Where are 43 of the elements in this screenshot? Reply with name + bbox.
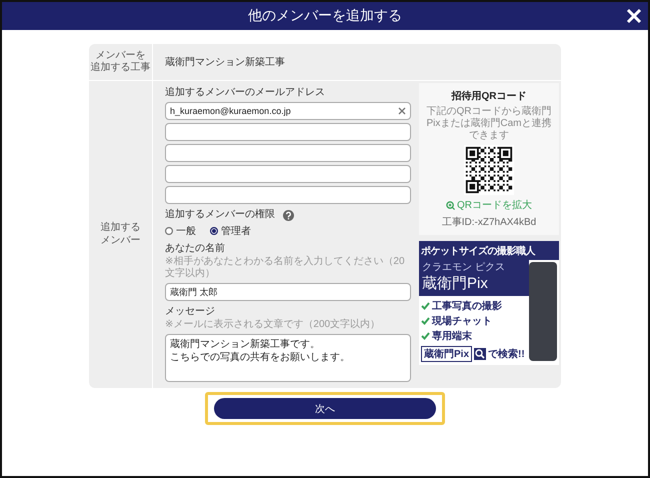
- close-icon[interactable]: [626, 8, 642, 24]
- ad-brand-name: 蔵衛門Pix: [419, 274, 529, 296]
- email-field[interactable]: [165, 165, 411, 183]
- email-field[interactable]: [165, 123, 411, 141]
- message-line: こちらでの写真の共有をお願いします。: [170, 351, 350, 364]
- zoom-icon: [446, 200, 455, 210]
- message-line: 蔵衛門マンション新築工事です。: [170, 338, 320, 351]
- email-field[interactable]: [165, 144, 411, 162]
- project-label: 追加する工事: [90, 62, 150, 74]
- ad-headline: ポケットサイズの撮影職人: [419, 241, 559, 260]
- role-label: 追加するメンバーの権限: [165, 209, 275, 221]
- ad-search-box: 蔵衛門Pix: [421, 346, 472, 362]
- qr-description: 下記のQRコードから蔵衛門Pixまたは蔵衛門Camと連携できます: [425, 106, 552, 142]
- dialog-title: 他のメンバーを追加する: [248, 7, 402, 25]
- project-label: メンバーを: [96, 50, 146, 62]
- project-id: 工事ID:-xZ7hAX4kBd: [442, 216, 536, 229]
- email-label: 追加するメンバーのメールアドレス: [165, 86, 326, 99]
- email-field[interactable]: [165, 186, 411, 204]
- qr-code: [464, 145, 514, 195]
- name-field[interactable]: 蔵衛門 太郎: [165, 283, 411, 301]
- ad-search-text: で検索!!: [488, 348, 525, 361]
- ad-ruby-text: クラエモン ピクス: [419, 260, 529, 274]
- ad-feature: 専用端末: [432, 330, 472, 343]
- clear-icon[interactable]: [398, 107, 406, 115]
- message-label: メッセージ: [165, 306, 215, 318]
- qr-title: 招待用QRコード: [452, 90, 526, 103]
- next-button[interactable]: 次へ: [214, 398, 436, 419]
- email-field[interactable]: h_kuraemon@kuraemon.co.jp: [165, 102, 411, 120]
- role-radio-option[interactable]: 一般: [165, 224, 196, 238]
- member-label: 追加する: [100, 222, 140, 234]
- name-label: あなたの名前: [165, 243, 225, 255]
- message-hint: ※メールに表示される文章です（200文字以内）: [165, 319, 380, 331]
- search-icon: [474, 348, 486, 360]
- help-icon[interactable]: [283, 210, 294, 220]
- project-name: 蔵衛門マンション新築工事: [165, 56, 285, 69]
- email-value: h_kuraemon@kuraemon.co.jp: [170, 106, 292, 116]
- name-hint: ※相手があなたとわかる名前を入力してください（20文字以内）: [165, 256, 406, 280]
- message-field[interactable]: 蔵衛門マンション新築工事です。 こちらでの写真の共有をお願いします。: [165, 334, 411, 382]
- member-label: メンバー: [100, 234, 140, 247]
- role-radio-option[interactable]: 管理者: [210, 224, 251, 238]
- ad-feature: 工事写真の撮影: [432, 300, 502, 313]
- ad-feature: 現場チャット: [432, 314, 492, 328]
- ad-banner[interactable]: ポケットサイズの撮影職人 クラエモン ピクス 蔵衛門Pix 工事写真の撮影 現場チャット 専用端末 蔵衛門Pix で検索!!: [419, 241, 559, 365]
